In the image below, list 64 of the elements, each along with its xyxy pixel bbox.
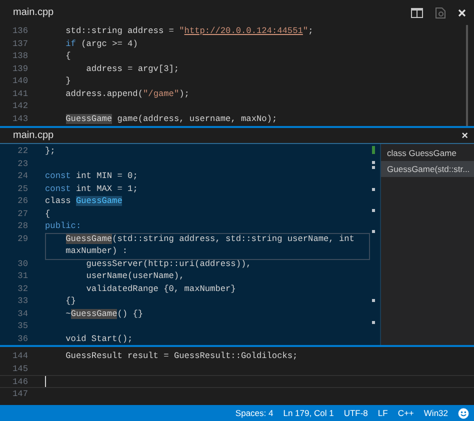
line-number: 26 — [16, 195, 28, 208]
line-number: 22 — [16, 145, 28, 158]
code-line: void Start(); — [64, 332, 133, 345]
code-line: { — [45, 208, 50, 220]
code-line: std::string address = "http://20.0.0.124:44551"; — [64, 25, 314, 38]
status-item[interactable]: C++ — [398, 408, 414, 418]
code-line: ~GuessGame() {} — [64, 308, 144, 320]
code-line: const int MAX = 1; — [45, 182, 138, 195]
smiley-icon[interactable] — [458, 408, 469, 418]
close-button[interactable]: × — [462, 130, 468, 142]
code-line: GuessResult result = GuessResult::Goldilocks; — [64, 350, 298, 362]
code-line: GuessGame(std::string address, std::string userName, int — [64, 232, 354, 245]
line-number: 138 — [12, 50, 28, 62]
line-number: 139 — [12, 62, 28, 75]
line-number: 143 — [12, 112, 28, 125]
line-number: 136 — [12, 25, 28, 38]
status-item[interactable]: LF — [378, 408, 388, 418]
code-line: if (argc >= 4) — [64, 38, 138, 50]
line-number: 145 — [12, 362, 28, 375]
tab-title[interactable]: main.cpp — [13, 7, 399, 18]
line-number: 29 — [16, 232, 28, 245]
line-number: 147 — [12, 388, 28, 400]
code-line: class GuessGame — [45, 195, 122, 208]
code-line: { — [64, 50, 71, 62]
document-icon[interactable] — [435, 6, 446, 18]
code-line: GuessGame game(address, username, maxNo); — [64, 112, 278, 125]
line-number: 137 — [12, 38, 28, 50]
status-item[interactable]: Ln 179, Col 1 — [283, 408, 334, 418]
split-editor-icon[interactable] — [411, 8, 423, 18]
line-number: 141 — [12, 88, 28, 100]
line-number: 30 — [16, 258, 28, 270]
code-line: guessServer(http::uri(address)), — [85, 258, 252, 270]
line-number: 34 — [16, 308, 28, 320]
code-line: address.append("/game"); — [64, 88, 190, 100]
line-number: 144 — [12, 350, 28, 362]
code-line: } — [64, 75, 71, 88]
line-number: 140 — [12, 75, 28, 88]
line-number: 31 — [16, 270, 28, 282]
reference-item[interactable]: GuessGame(std::str... — [381, 161, 474, 177]
code-line: }; — [45, 145, 56, 158]
code-line: const int MIN = 0; — [45, 170, 138, 182]
reference-item[interactable]: class GuessGame — [381, 145, 474, 161]
code-line: maxNumber) : — [64, 245, 128, 258]
code-line: {} — [64, 295, 76, 308]
line-number: 142 — [12, 100, 28, 112]
line-number: 32 — [16, 282, 28, 295]
line-number: 24 — [16, 170, 28, 182]
line-number: 25 — [16, 182, 28, 195]
close-icon[interactable] — [458, 8, 466, 16]
status-item[interactable]: UTF-8 — [344, 408, 368, 418]
line-number: 27 — [16, 208, 28, 220]
status-item[interactable]: Spaces: 4 — [235, 408, 274, 418]
status-item[interactable]: Win32 — [424, 408, 448, 418]
line-number: 33 — [16, 295, 28, 308]
code-line: address = argv[3]; — [85, 62, 180, 75]
line-number: 36 — [16, 332, 28, 345]
line-number: 23 — [16, 158, 28, 170]
line-number: 28 — [16, 220, 28, 232]
code-line: validatedRange {0, maxNumber} — [85, 282, 236, 295]
line-number: 146 — [12, 376, 28, 386]
code-line: userName(userName), — [85, 270, 184, 282]
code-line: public: — [45, 220, 82, 232]
line-number: 35 — [16, 320, 28, 332]
peek-title: main.cpp — [13, 130, 55, 141]
